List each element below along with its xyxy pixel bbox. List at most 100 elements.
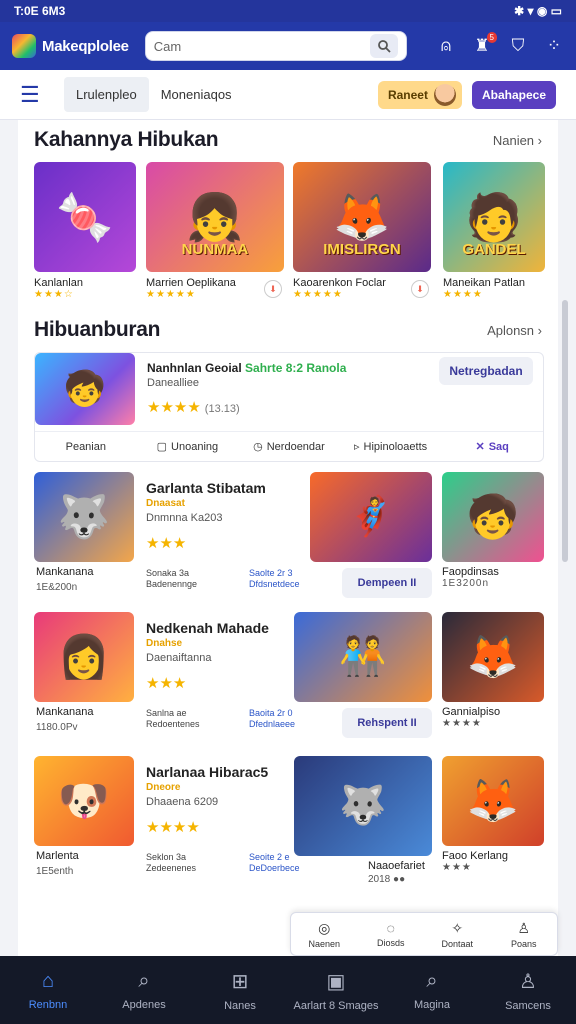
popup-item-3[interactable]: ✧ Dontaat [424, 913, 491, 955]
row-meta: Dnmnna Ka203 [146, 512, 223, 524]
bottom-nav-label: Magina [413, 998, 451, 1011]
menu-icon[interactable]: ☰ [20, 82, 44, 108]
share-icon: ▹ [354, 441, 360, 453]
bottom-nav-item[interactable]: ⌕ Apdenes [96, 956, 192, 1024]
shop-icon[interactable]: ⛉ [508, 36, 528, 56]
popup-item-4[interactable]: ♙ Poans [491, 913, 558, 955]
row-tag: Dneore [146, 782, 181, 793]
row-title: Garlanta Stibatam [146, 480, 266, 496]
section2-header: Hibuanburan Aplonsn › [34, 318, 542, 342]
game-row[interactable]: 🐶 Marlenta 1E5enth Narlanaa Hibarac5 Dneore D… [34, 756, 544, 886]
status-icons: ✱ ▾ ◉ ▭ [514, 4, 562, 18]
row-info-link[interactable]: Seoite 2 e DeDoerbece [249, 852, 300, 874]
bottom-nav-item[interactable]: ⊞ Nanes [192, 956, 288, 1024]
popup-item-2[interactable]: ◌ Diosds [358, 913, 425, 955]
section1-link[interactable]: Nanien › [493, 133, 542, 148]
search-box[interactable] [144, 31, 407, 61]
more-icon[interactable]: ⁘ [544, 36, 564, 56]
row-side-card[interactable]: 🦊 Faoo Kerlang ★★★ [442, 756, 544, 873]
row-info-link[interactable]: Saolte 2r 3 Dfdsnetdece [249, 568, 300, 590]
featured-action-3[interactable]: ◷ Nerdoendar [238, 440, 340, 454]
bottom-nav-item[interactable]: ⌕ Magina [384, 956, 480, 1024]
row-info-link[interactable]: Baoita 2r 0 Dfednlaeee [249, 708, 295, 730]
featured-thumbnail[interactable]: 🧒 [35, 353, 135, 425]
tab-active[interactable]: Lrulenpleo [64, 77, 149, 112]
game-thumbnail[interactable]: 🧑 GANDEL [443, 162, 545, 272]
popup-item-1[interactable]: ◎ Naenen [291, 913, 358, 955]
square-icon: ▣ [326, 970, 346, 993]
game-row[interactable]: 🐺 Mankanana 1E&200n Garlanta Stibatam Dnaasa… [34, 472, 544, 602]
side-card-thumbnail[interactable]: 🧒 [442, 472, 544, 562]
tab-secondary[interactable]: Moneniaqos [161, 87, 232, 102]
bell-icon[interactable]: ⍝ [436, 36, 456, 56]
compass-icon: ◎ [318, 919, 331, 936]
row-side-card[interactable]: 🦊 Gannialpiso ★★★★ [442, 612, 544, 729]
row-thumbnail[interactable]: 🐶 [34, 756, 134, 846]
row-thumbnail[interactable]: 🐺 [34, 472, 134, 562]
row-sub-size: 2018 ●● [368, 874, 406, 885]
brand-name[interactable]: Makeqplolee [42, 38, 129, 55]
featured-action-1[interactable]: Peanian [35, 441, 137, 453]
bottom-nav-item[interactable]: ♙ Samcens [480, 956, 576, 1024]
game-thumbnail[interactable]: 🦊 IMISLIRGN [293, 162, 431, 272]
row-title: Nedkenah Mahade [146, 620, 269, 636]
notification-badge: 5 [486, 32, 497, 43]
featured-action-4[interactable]: ▹ Hipinoloaetts [340, 440, 442, 454]
row-name: Marlenta [36, 850, 79, 862]
row-button[interactable]: Rehspent II [342, 708, 432, 738]
featured-action-2[interactable]: ▢ Unoaning [137, 440, 239, 454]
row-meta: Daenaiftanna [146, 652, 212, 664]
featured-button[interactable]: Netregbadan [439, 357, 533, 385]
amber-button-label: Raneet [387, 87, 428, 102]
game-name: Maneikan Patlan [443, 277, 525, 289]
row-button[interactable]: Dempeen II [342, 568, 432, 598]
bottom-nav-label: Aarlart 8 Smages [293, 999, 379, 1012]
game-card[interactable]: 🍬 Kanlanlan ★★★☆ [34, 162, 136, 300]
main-content: Kahannya Hibukan Nanien › 🍬 Kanlanlan ★★★☆… [18, 120, 558, 956]
featured-action-bar: Peanian ▢ Unoaning ◷ Nerdoendar ▹ Hipinoloa… [35, 431, 543, 461]
row-stars: ★★★ [146, 675, 187, 692]
game-row[interactable]: 👩 Mankanana 1180.0Pv Nedkenah Mahade Dnahse D… [34, 612, 544, 742]
row-stars: ★★★★ [146, 819, 200, 836]
search-button[interactable] [369, 34, 398, 58]
game-card[interactable]: 🦊 IMISLIRGN Kaoarenkon Foclar ★★★★★ ⬇ [293, 162, 431, 300]
section2-link[interactable]: Aplonsn › [487, 323, 542, 338]
game-caption: NUNMAA [181, 241, 249, 258]
featured-action-5[interactable]: ✕ Saq [441, 440, 543, 454]
row-side-card[interactable]: 🧒 Faopdinsas 1E3200n [442, 472, 544, 589]
row-thumbnail[interactable]: 👩 [34, 612, 134, 702]
row-info: Sonaka 3a Badenennge [146, 568, 198, 589]
side-card-thumbnail[interactable]: 🦊 [442, 612, 544, 702]
row-image[interactable]: 🦸 [310, 472, 432, 562]
featured-card[interactable]: 🧒 Nanhnlan Geoial Sahrte 8:2 Ranola Dane… [34, 352, 544, 462]
row-size: 1E5enth [36, 866, 74, 877]
side-card-thumbnail[interactable]: 🦊 [442, 756, 544, 846]
search-input[interactable] [153, 38, 370, 54]
featured-subtitle: Danealliee [147, 377, 199, 389]
row-name: Mankanana [36, 706, 94, 718]
row-image[interactable]: 🐺 [294, 756, 432, 856]
download-icon[interactable]: ⬇ [264, 280, 282, 298]
brand-logo[interactable] [12, 34, 36, 58]
amber-button[interactable]: Raneet [377, 80, 462, 109]
game-thumbnail[interactable]: 👧 NUNMAA [146, 162, 284, 272]
sub-nav: ☰ Lrulenpleo Moneniaqos Raneet Abahapece [0, 70, 576, 120]
row-sub-name: Naaoefariet [368, 860, 425, 872]
download-icon[interactable]: ⬇ [411, 280, 429, 298]
purple-button[interactable]: Abahapece [471, 80, 556, 109]
game-card[interactable]: 👧 NUNMAA Marrien Oeplikana ★★★★★ ⬇ [146, 162, 284, 300]
close-icon: ✕ [475, 441, 485, 453]
bottom-nav-item[interactable]: ⌂ Renbnn [0, 956, 96, 1024]
featured-rating: ★★★★ (13.13) [147, 399, 240, 416]
avatar [433, 83, 456, 106]
row-meta: Dhaaena 6209 [146, 796, 219, 808]
bottom-nav-item[interactable]: ▣ Aarlart 8 Smages [288, 956, 384, 1024]
section1-title: Kahannya Hibukan [34, 128, 219, 151]
notification-icon[interactable]: ♜ 5 [472, 32, 497, 56]
game-thumbnail[interactable]: 🍬 [34, 162, 136, 272]
star-icon: ✧ [451, 919, 464, 936]
game-card[interactable]: 🧑 GANDEL Maneikan Patlan ★★★★ [443, 162, 545, 300]
scrollbar[interactable] [562, 300, 568, 562]
clock-icon: ◷ [253, 441, 263, 453]
row-image[interactable]: 🧑‍🤝‍🧑 [294, 612, 432, 702]
